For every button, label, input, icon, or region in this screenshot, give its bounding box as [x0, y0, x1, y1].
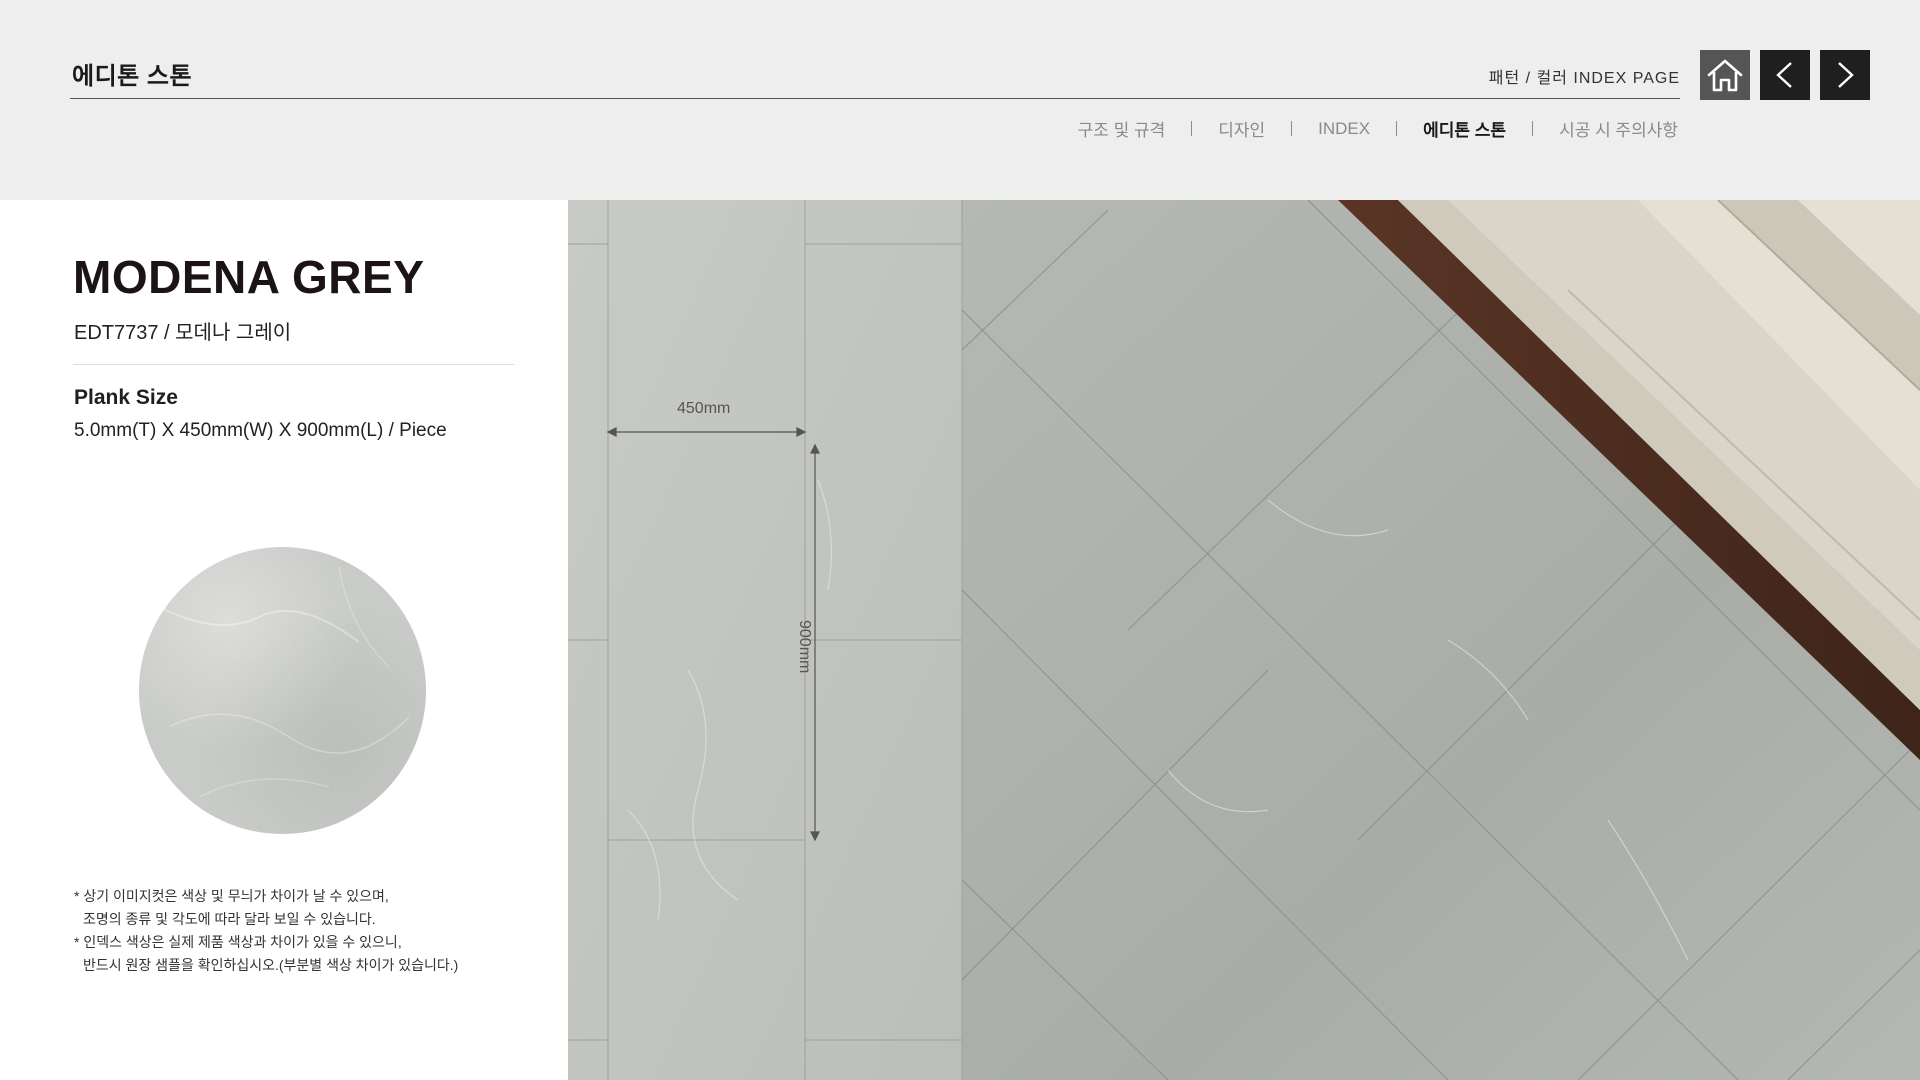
product-code: EDT7737 / 모데나 그레이: [74, 322, 292, 344]
plank-size-label: Plank Size: [74, 386, 178, 409]
menu-separator: [1396, 121, 1398, 136]
header: 에디톤 스톤 패턴 / 컬러 INDEX PAGE 구조 및 규격 디자인 IN…: [0, 0, 1920, 200]
page-title: 에디톤 스톤: [72, 63, 193, 90]
color-swatch: [139, 547, 426, 834]
width-dimension-label: 450mm: [677, 400, 731, 417]
plank-size-value: 5.0mm(T) X 450mm(W) X 900mm(L) / Piece: [74, 420, 447, 441]
product-name: MODENA GREY: [73, 251, 425, 303]
menu-separator: [1191, 121, 1193, 136]
product-info-panel: MODENA GREY EDT7737 / 모데나 그레이 Plank Size…: [0, 200, 568, 1080]
info-divider: [73, 364, 514, 365]
menu-item-editon-stone[interactable]: 에디톤 스톤: [1423, 116, 1506, 141]
stone-texture: [158, 566, 410, 798]
previous-page-button[interactable]: [1760, 50, 1810, 100]
menu-item-structure[interactable]: 구조 및 규격: [1078, 116, 1166, 141]
note-line: 조명의 종류 및 각도에 따라 달라 보일 수 있습니다.: [83, 911, 376, 927]
floor-illustration: [568, 200, 1920, 1080]
menu-separator: [1291, 121, 1293, 136]
section-menu: 구조 및 규격 디자인 INDEX 에디톤 스톤 시공 시 주의사항: [1078, 116, 1678, 141]
header-divider: [70, 98, 1680, 99]
menu-item-installation-notes[interactable]: 시공 시 주의사항: [1559, 116, 1678, 141]
floor-installation-image: 450mm 900mm: [568, 200, 1920, 1080]
next-page-button[interactable]: [1820, 50, 1870, 100]
length-dimension-label: 900mm: [796, 620, 813, 674]
chevron-left-icon: [1776, 62, 1792, 88]
page: 에디톤 스톤 패턴 / 컬러 INDEX PAGE 구조 및 규격 디자인 IN…: [0, 0, 1920, 1080]
home-button[interactable]: [1700, 50, 1750, 100]
note-line: 반드시 원장 샘플을 확인하십시오.(부분별 색상 차이가 있습니다.): [83, 957, 459, 973]
note-line: * 인덱스 색상은 실제 제품 색상과 차이가 있을 수 있으니,: [74, 934, 402, 950]
note-line: * 상기 이미지컷은 색상 및 무늬가 차이가 날 수 있으며,: [74, 888, 389, 904]
chevron-right-icon: [1838, 62, 1854, 88]
disclaimer-notes: * 상기 이미지컷은 색상 및 무늬가 차이가 날 수 있으며, 조명의 종류 …: [74, 885, 458, 977]
menu-item-index[interactable]: INDEX: [1318, 119, 1370, 139]
menu-item-design[interactable]: 디자인: [1218, 116, 1265, 141]
index-page-link[interactable]: 패턴 / 컬러 INDEX PAGE: [1489, 64, 1680, 88]
home-icon: [1707, 59, 1743, 92]
menu-separator: [1532, 121, 1534, 136]
